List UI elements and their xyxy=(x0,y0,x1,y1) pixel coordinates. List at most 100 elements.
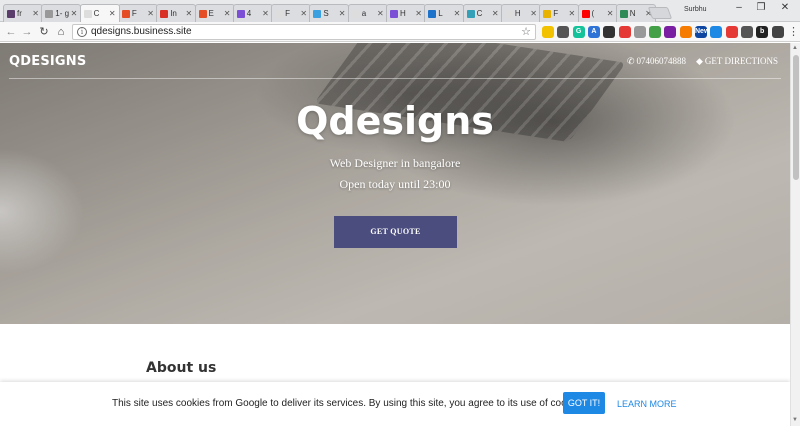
favicon-icon xyxy=(198,9,207,18)
scrollbar-thumb[interactable] xyxy=(793,55,799,180)
home-icon[interactable]: ⌂ xyxy=(54,25,68,39)
tab-close-icon[interactable]: ✕ xyxy=(454,9,461,18)
tab-label: a xyxy=(361,9,367,18)
tab-close-icon[interactable]: ✕ xyxy=(377,9,384,18)
phone-link[interactable]: ✆ 07406074888 xyxy=(627,56,686,67)
tab-label: F xyxy=(553,9,559,18)
reload-icon[interactable]: ↻ xyxy=(37,25,51,39)
favicon-icon xyxy=(160,9,169,18)
ext-5-icon[interactable] xyxy=(603,26,616,38)
tab-label: 4 xyxy=(246,9,252,18)
browser-tab[interactable]: H ✕ xyxy=(500,4,541,22)
tab-close-icon[interactable]: ✕ xyxy=(71,9,78,18)
phone-icon: ✆ xyxy=(626,56,635,66)
browser-tab[interactable]: In ✕ xyxy=(156,4,197,22)
tab-label: H xyxy=(514,9,521,18)
tab-label: N xyxy=(629,9,636,18)
back-arrow-icon[interactable]: ← xyxy=(4,25,18,39)
restore-icon[interactable]: ❐ xyxy=(750,2,772,13)
tab-close-icon[interactable]: ✕ xyxy=(492,9,499,18)
scroll-down-icon[interactable]: ▼ xyxy=(792,417,798,423)
cookie-banner: This site uses cookies from Google to de… xyxy=(0,382,790,426)
ext-6-icon[interactable] xyxy=(618,26,631,38)
tab-close-icon[interactable]: ✕ xyxy=(300,9,307,18)
ext-10-icon[interactable] xyxy=(679,26,692,38)
tab-close-icon[interactable]: ✕ xyxy=(262,9,269,18)
browser-tab[interactable]: L ✕ xyxy=(424,4,465,22)
browser-tab[interactable]: 1- g ✕ xyxy=(41,4,82,22)
tab-close-icon[interactable]: ✕ xyxy=(415,9,422,18)
hero-title: Qdesigns xyxy=(296,99,494,143)
browser-tab[interactable]: F ✕ xyxy=(271,4,312,22)
tab-close-icon[interactable]: ✕ xyxy=(607,9,614,18)
web-page: QDESIGNS ✆ 07406074888 ◆ GET DIRECTIONS Qd… xyxy=(0,43,790,426)
cookie-text: This site uses cookies from Google to de… xyxy=(112,398,588,409)
browser-tab[interactable]: a ✕ xyxy=(347,4,388,22)
directions-label: GET DIRECTIONS xyxy=(704,56,778,66)
profile-name[interactable]: Surbhu xyxy=(684,6,707,13)
ext-7-icon[interactable] xyxy=(633,26,646,38)
tab-close-icon[interactable]: ✕ xyxy=(568,9,575,18)
browser-tab[interactable]: S ✕ xyxy=(309,4,350,22)
bookmark-star-icon[interactable]: ☆ xyxy=(521,25,531,38)
tab-strip: fr ✕ 1- g ✕ C ✕ F ✕ In ✕ E ✕ 4 ✕ F ✕ S ✕ a ✕ H ✕ L ✕ C ✕ H ✕ F ✕(✕ N ✕ … xyxy=(0,0,800,22)
new-tab-button[interactable] xyxy=(647,7,673,19)
tab-label: L xyxy=(438,9,443,18)
opening-hours: Open today until 23:00 xyxy=(339,177,451,191)
tab-label: ( xyxy=(591,9,595,18)
tab-close-icon[interactable]: ✕ xyxy=(339,9,346,18)
ext-4-icon[interactable]: A xyxy=(587,26,600,38)
tab-close-icon[interactable]: ✕ xyxy=(530,9,537,18)
ext-3-icon[interactable]: G xyxy=(572,26,585,38)
favicon-icon xyxy=(390,9,398,18)
learn-more-link[interactable]: LEARN MORE xyxy=(617,399,677,409)
ext-14-icon[interactable] xyxy=(740,26,753,38)
tab-close-icon[interactable]: ✕ xyxy=(185,9,192,18)
browser-tab[interactable]: 4 ✕ xyxy=(232,4,273,22)
info-icon[interactable]: i xyxy=(77,27,87,37)
browser-tab[interactable]: E ✕ xyxy=(194,4,235,22)
ext-11-icon[interactable]: New xyxy=(695,26,709,38)
browser-tab[interactable]: H ✕ xyxy=(386,4,426,22)
browser-toolbar: ← → ↻ ⌂ i qdesigns.business.site ☆ G A New… xyxy=(0,22,800,42)
got-it-button[interactable]: GOT IT! xyxy=(563,392,605,414)
tab-close-icon[interactable]: ✕ xyxy=(32,9,39,18)
tab-label: H xyxy=(400,9,406,18)
directions-link[interactable]: ◆ GET DIRECTIONS xyxy=(696,56,778,67)
favicon-icon xyxy=(7,9,15,18)
browser-tab[interactable]: (✕ xyxy=(577,4,618,22)
tab-close-icon[interactable]: ✕ xyxy=(109,9,116,18)
favicon-icon xyxy=(275,9,284,18)
tab-label: 1- g xyxy=(55,9,70,18)
tab-label: C xyxy=(93,9,100,18)
menu-icon[interactable]: ⋮ xyxy=(788,25,799,38)
tab-close-icon[interactable]: ✕ xyxy=(224,9,231,18)
browser-tab[interactable]: F ✕ xyxy=(539,4,580,22)
tab-close-icon[interactable]: ✕ xyxy=(147,9,154,18)
favicon-icon xyxy=(351,9,360,18)
ext-15-icon[interactable]: b xyxy=(756,26,769,38)
ext-2-icon[interactable] xyxy=(557,26,570,38)
scrollbar[interactable]: ▲ ▼ xyxy=(790,43,800,426)
ext-13-icon[interactable] xyxy=(725,26,738,38)
browser-tab[interactable]: C ✕ xyxy=(462,4,503,22)
tab-label: C xyxy=(476,9,483,18)
minimize-icon[interactable]: – xyxy=(728,2,750,13)
ext-8-icon[interactable] xyxy=(649,26,662,38)
get-quote-button[interactable]: GET QUOTE xyxy=(334,216,457,248)
ext-1-icon[interactable] xyxy=(542,26,554,38)
address-bar[interactable]: i qdesigns.business.site ☆ xyxy=(72,24,536,40)
favicon-icon xyxy=(543,9,552,18)
site-brand[interactable]: QDESIGNS xyxy=(9,54,86,69)
scroll-up-icon[interactable]: ▲ xyxy=(792,45,798,51)
ext-9-icon[interactable] xyxy=(664,26,677,38)
tab-label: F xyxy=(131,9,137,18)
forward-arrow-icon[interactable]: → xyxy=(20,25,34,39)
browser-tab[interactable]: F ✕ xyxy=(117,4,158,22)
close-window-icon[interactable]: ✕ xyxy=(774,2,796,13)
ext-12-icon[interactable] xyxy=(710,26,723,38)
browser-tab[interactable]: C ✕ xyxy=(79,4,120,22)
url-text[interactable]: qdesigns.business.site xyxy=(91,26,192,37)
browser-tab[interactable]: fr ✕ xyxy=(3,4,43,22)
ext-16-icon[interactable] xyxy=(771,26,784,38)
